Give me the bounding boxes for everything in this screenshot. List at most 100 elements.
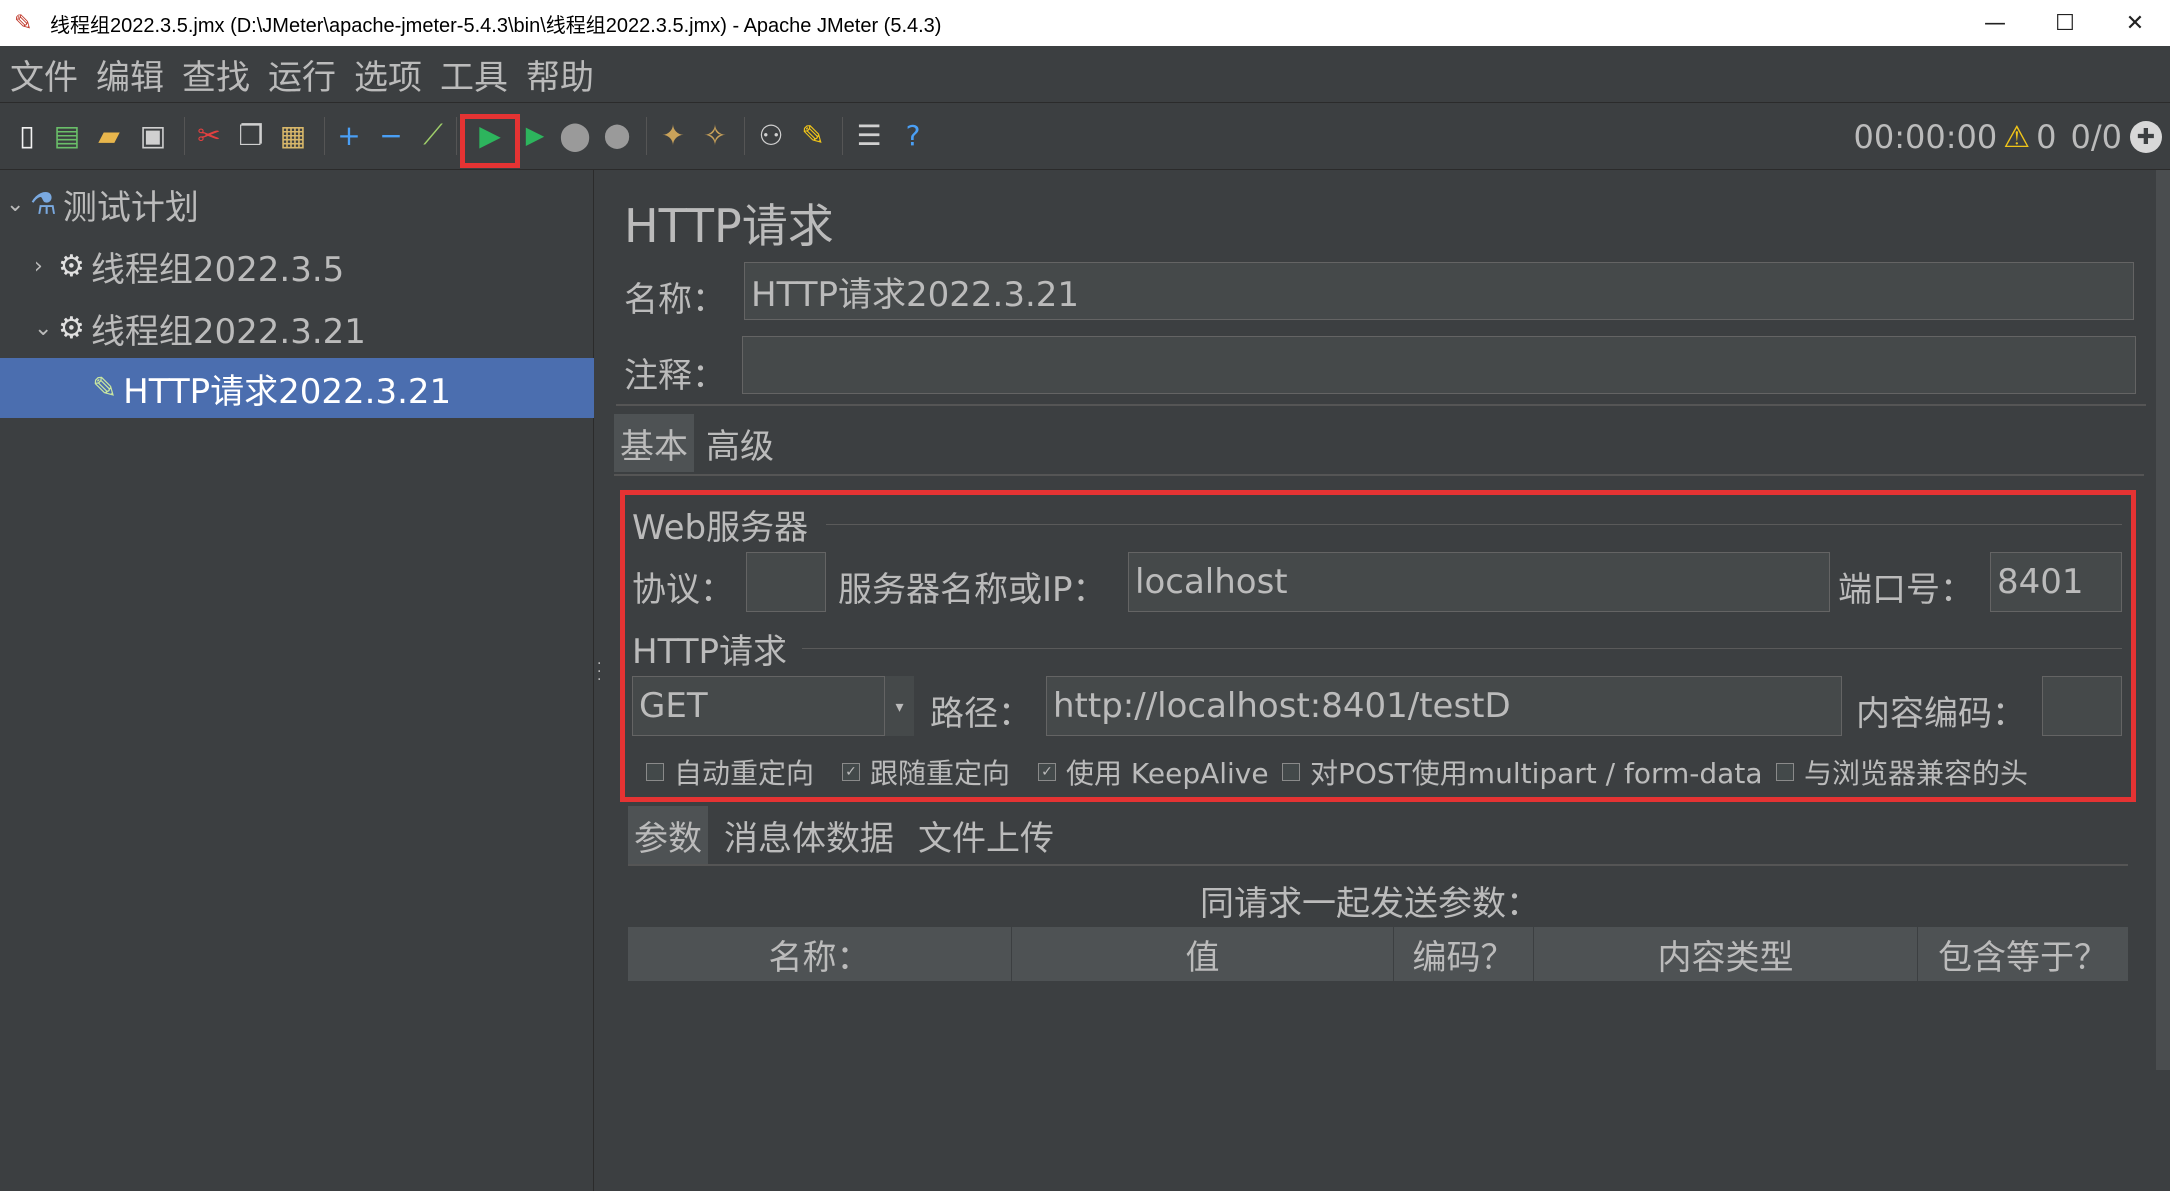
flask-icon: ⚗	[30, 186, 57, 222]
clear-icon[interactable]: ✦	[656, 117, 690, 153]
reset-search-icon[interactable]: ✎	[796, 117, 830, 153]
menu-options[interactable]: 选项	[354, 50, 422, 99]
checkbox-box[interactable]	[1282, 763, 1300, 781]
params-caption: 同请求一起发送参数：	[1200, 884, 1540, 924]
menu-bar: 文件 编辑 查找 运行 选项 工具 帮助	[0, 46, 2170, 102]
divider	[616, 404, 2146, 406]
menu-file[interactable]: 文件	[10, 50, 78, 99]
clear-all-icon[interactable]: ✧	[698, 117, 732, 153]
start-highlight-box	[460, 114, 520, 168]
path-label: 路径：	[930, 694, 1032, 734]
help-icon[interactable]: ?	[896, 117, 930, 153]
elapsed-timer: 00:00:00	[1853, 118, 1998, 156]
column-header-content-type[interactable]: 内容类型	[1534, 927, 1918, 981]
warning-icon[interactable]: ⚠	[2003, 120, 2030, 155]
chevron-down-icon[interactable]: ⌄	[6, 192, 30, 217]
test-plan-tree: ⌄ ⚗ 测试计划 › ⚙ 线程组2022.3.5 ⌄ ⚙ 线程组2022.3.2…	[0, 170, 594, 1191]
minimize-button[interactable]: —	[1960, 0, 2030, 46]
checkbox-browser-compatible[interactable]: 与浏览器兼容的头	[1776, 752, 2028, 792]
tab-advanced[interactable]: 高级	[700, 414, 780, 472]
name-field[interactable]: HTTP请求2022.3.21	[744, 262, 2134, 320]
checkbox-box[interactable]: ✓	[1038, 763, 1056, 781]
server-label: 服务器名称或IP：	[838, 570, 1107, 610]
tree-item-label: 线程组2022.3.5	[90, 249, 345, 290]
menu-help[interactable]: 帮助	[526, 50, 594, 99]
maximize-button[interactable]: ☐	[2030, 0, 2100, 46]
method-select[interactable]: GET	[632, 676, 886, 736]
tree-item-label: HTTP请求2022.3.21	[123, 371, 452, 412]
stop-icon[interactable]: ⬤	[558, 117, 592, 153]
shutdown-icon[interactable]: ⬤	[600, 117, 634, 153]
checkbox-auto-redirect[interactable]: 自动重定向	[646, 752, 814, 792]
tab-body-data[interactable]: 消息体数据	[718, 806, 900, 864]
tree-item-label: 线程组2022.3.21	[90, 311, 366, 352]
window-title: 线程组2022.3.5.jmx (D:\JMeter\apache-jmeter…	[50, 14, 942, 37]
tree-item-thread-group-1[interactable]: › ⚙ 线程组2022.3.5	[0, 236, 594, 296]
expand-all-icon[interactable]: +	[332, 117, 366, 153]
server-field[interactable]: localhost	[1128, 552, 1830, 612]
tab-basic[interactable]: 基本	[614, 414, 694, 472]
status-area: 00:00:00 ⚠ 0 0/0 ✚	[1854, 113, 2162, 161]
checkbox-follow-redirect[interactable]: ✓ 跟随重定向	[842, 752, 1010, 792]
save-icon[interactable]: ▣	[136, 117, 170, 153]
params-table-header: 名称： 值 编码？ 内容类型 包含等于？	[628, 927, 2128, 981]
chevron-down-icon[interactable]: ⌄	[34, 316, 58, 341]
copy-icon[interactable]: ❐	[234, 117, 268, 153]
vertical-scrollbar[interactable]	[2156, 170, 2170, 1070]
splitter-handle[interactable]: · · ·	[594, 170, 606, 1191]
gear-icon: ⚙	[58, 248, 85, 284]
chevron-down-icon[interactable]: ▾	[884, 676, 914, 736]
close-button[interactable]: ✕	[2100, 0, 2170, 46]
tree-item-http-request[interactable]: ✎ HTTP请求2022.3.21	[0, 358, 594, 418]
column-header-value[interactable]: 值	[1012, 927, 1394, 981]
menu-run[interactable]: 运行	[268, 50, 336, 99]
comment-field[interactable]	[742, 336, 2136, 394]
cut-icon[interactable]: ✂	[192, 117, 226, 153]
menu-tools[interactable]: 工具	[440, 50, 508, 99]
title-bar: ✎ 线程组2022.3.5.jmx (D:\JMeter\apache-jmet…	[0, 0, 2170, 46]
chevron-right-icon[interactable]: ›	[34, 254, 58, 279]
tab-file-upload[interactable]: 文件上传	[912, 806, 1060, 864]
window-controls: — ☐ ✕	[1960, 0, 2170, 46]
new-icon[interactable]: ▯	[10, 117, 44, 153]
paste-icon[interactable]: ▦	[276, 117, 310, 153]
protocol-label: 协议：	[632, 570, 734, 610]
encoding-label: 内容编码：	[1856, 694, 2026, 734]
menu-search[interactable]: 查找	[182, 50, 250, 99]
checkbox-box[interactable]: ✓	[842, 763, 860, 781]
start-no-pause-icon[interactable]: ▶	[518, 117, 552, 153]
templates-icon[interactable]: ▤	[50, 117, 84, 153]
remote-status-icon: ✚	[2130, 121, 2162, 153]
column-header-name[interactable]: 名称：	[628, 927, 1012, 981]
checkbox-multipart[interactable]: 对POST使用multipart / form-data	[1282, 752, 1762, 792]
menu-edit[interactable]: 编辑	[96, 50, 164, 99]
warning-count: 0	[2036, 118, 2057, 156]
name-label: 名称：	[624, 280, 726, 320]
tree-item-test-plan[interactable]: ⌄ ⚗ 测试计划	[0, 174, 594, 234]
gear-icon: ⚙	[58, 310, 85, 346]
checkbox-box[interactable]	[1776, 763, 1794, 781]
column-header-include-equals[interactable]: 包含等于？	[1918, 927, 2128, 981]
encoding-field[interactable]	[2042, 676, 2122, 736]
checkbox-box[interactable]	[646, 763, 664, 781]
toggle-icon[interactable]: ⟋	[416, 117, 450, 153]
function-helper-icon[interactable]: ☰	[852, 117, 886, 153]
thread-count: 0/0	[2070, 118, 2123, 156]
path-field[interactable]: http://localhost:8401/testD	[1046, 676, 1842, 736]
search-binoculars-icon[interactable]: ⚇	[754, 117, 788, 153]
http-request-panel: HTTP请求 名称： HTTP请求2022.3.21 注释： 基本 高级 Web…	[606, 170, 2156, 1191]
checkbox-keepalive[interactable]: ✓ 使用 KeepAlive	[1038, 752, 1269, 792]
collapse-all-icon[interactable]: −	[374, 117, 408, 153]
column-header-encode[interactable]: 编码？	[1394, 927, 1534, 981]
tree-item-label: 测试计划	[62, 187, 199, 228]
page-title: HTTP请求	[624, 199, 834, 253]
port-field[interactable]: 8401	[1990, 552, 2122, 612]
jmeter-feather-icon: ✎	[14, 10, 33, 36]
comment-label: 注释：	[624, 356, 726, 396]
port-label: 端口号：	[1838, 570, 1974, 610]
tab-parameters[interactable]: 参数	[628, 806, 708, 864]
protocol-field[interactable]	[746, 552, 826, 612]
web-server-title: Web服务器	[632, 508, 809, 548]
open-icon[interactable]: ▰	[92, 117, 126, 153]
tree-item-thread-group-2[interactable]: ⌄ ⚙ 线程组2022.3.21	[0, 298, 594, 358]
